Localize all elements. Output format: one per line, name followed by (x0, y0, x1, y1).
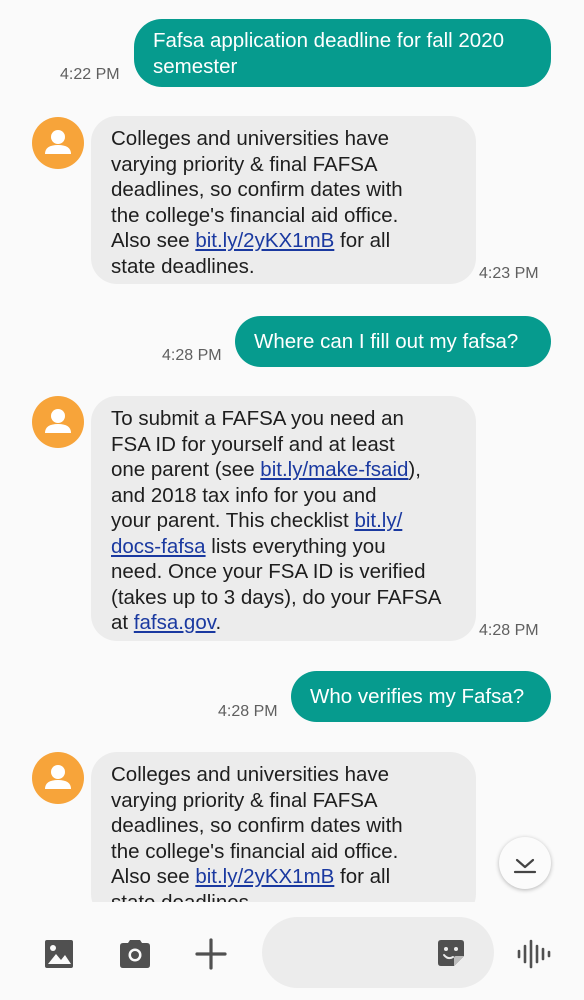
message-text: Fafsa application deadline for fall 2020… (153, 29, 505, 78)
camera-button[interactable] (116, 936, 154, 977)
scroll-to-bottom-button[interactable] (499, 837, 551, 889)
message-text: Colleges and universities have varying p… (111, 763, 403, 902)
message-timestamp: 4:28 PM (479, 622, 539, 639)
avatar[interactable] (32, 117, 84, 169)
message-text: To submit a FAFSA you need an FSA ID for… (111, 407, 442, 634)
message-timestamp: 4:22 PM (60, 66, 120, 83)
message-link[interactable]: docs-fafsa (111, 535, 206, 558)
message-text: Who verifies my Fafsa? (310, 685, 525, 708)
message-link[interactable]: bit.ly/ (354, 509, 402, 532)
sticker-icon (438, 940, 464, 966)
message-link[interactable]: bit.ly/2yKX1mB (195, 865, 334, 888)
message-thread[interactable]: 4:22 PM Fafsa application deadline for f… (0, 0, 584, 902)
message-compose-box[interactable] (262, 917, 494, 990)
sticker-button[interactable] (434, 936, 468, 975)
message-timestamp: 4:28 PM (218, 703, 278, 720)
incoming-message[interactable]: To submit a FAFSA you need an FSA ID for… (91, 396, 476, 641)
message-timestamp: 4:28 PM (162, 347, 222, 364)
message-link[interactable]: fafsa.gov (134, 611, 216, 634)
incoming-message[interactable]: Colleges and universities have varying p… (91, 752, 476, 902)
avatar[interactable] (32, 396, 84, 448)
camera-icon (120, 940, 150, 968)
message-text: Where can I fill out my fafsa? (254, 330, 519, 353)
scroll-to-bottom-icon (513, 858, 537, 874)
voice-icon (517, 939, 551, 969)
person-icon (45, 130, 71, 154)
add-attachment-button[interactable] (192, 935, 230, 978)
person-icon (45, 409, 71, 433)
image-icon (45, 940, 73, 968)
incoming-message[interactable]: Colleges and universities have varying p… (91, 116, 476, 284)
outgoing-message[interactable]: Fafsa application deadline for fall 2020… (134, 19, 551, 87)
outgoing-message[interactable]: Who verifies my Fafsa? (291, 671, 551, 722)
avatar[interactable] (32, 752, 84, 804)
voice-input-button[interactable] (514, 937, 552, 976)
message-link[interactable]: bit.ly/2yKX1mB (195, 229, 334, 252)
message-text: Colleges and universities have varying p… (111, 127, 403, 278)
plus-icon (195, 938, 227, 970)
person-icon (45, 765, 71, 789)
gallery-button[interactable] (41, 936, 77, 977)
message-timestamp: 4:23 PM (479, 265, 539, 282)
message-input[interactable] (280, 917, 434, 990)
message-link[interactable]: bit.ly/make-fsaid (260, 458, 408, 481)
outgoing-message[interactable]: Where can I fill out my fafsa? (235, 316, 551, 367)
